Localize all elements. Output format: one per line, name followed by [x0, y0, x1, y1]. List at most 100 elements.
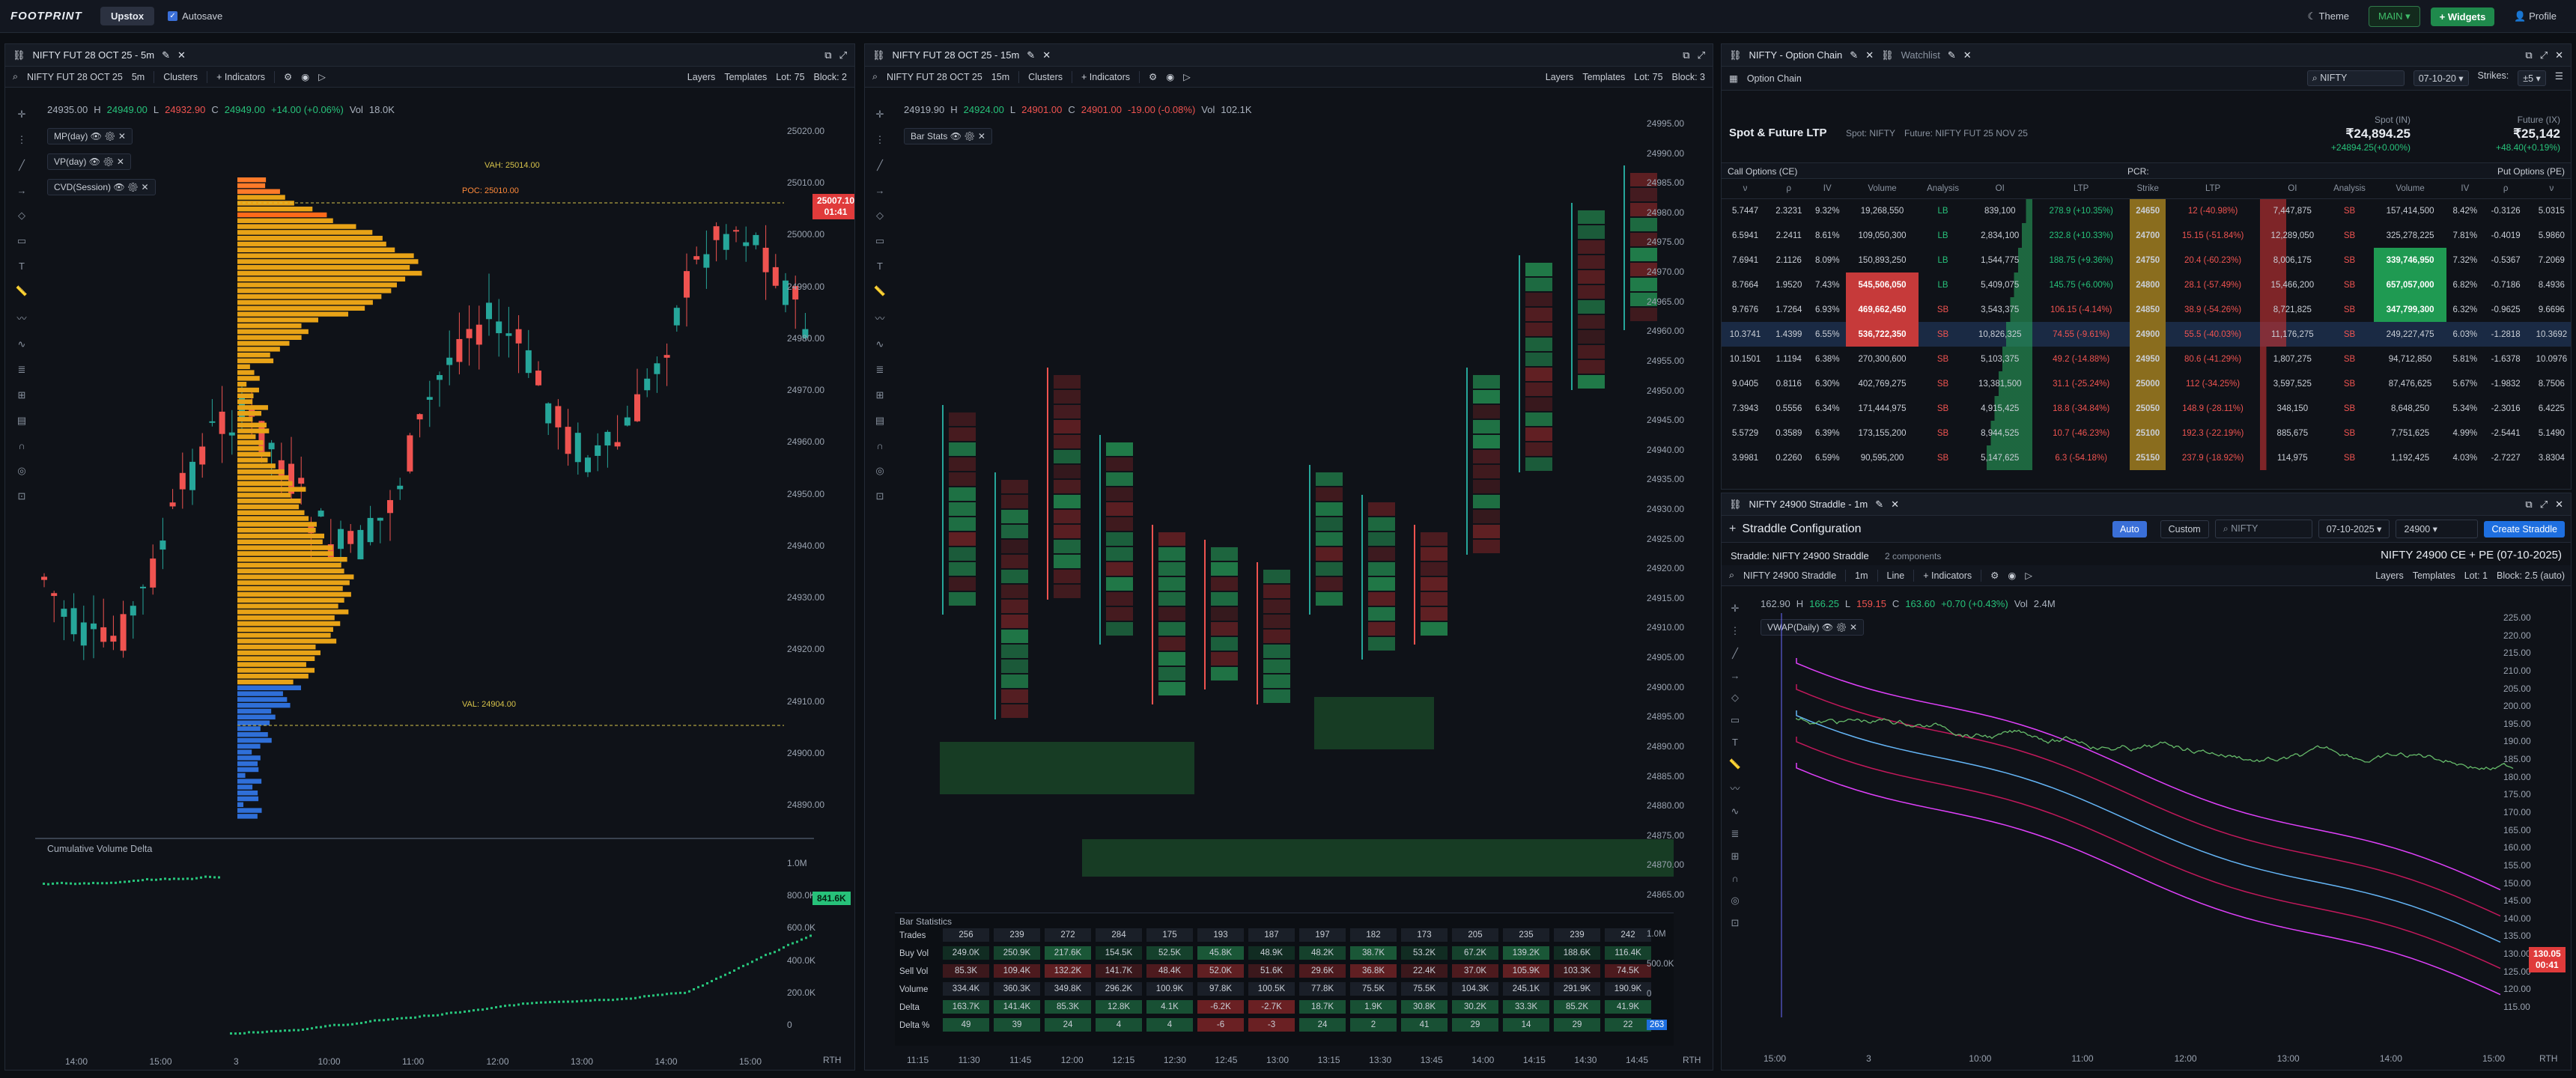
fib-icon[interactable]: ≣ — [18, 364, 26, 376]
edit-icon[interactable]: ✎ — [1850, 49, 1858, 61]
templates-button[interactable]: Templates — [724, 72, 767, 82]
option-chain-row[interactable]: 6.5941 2.2411 8.61% 109,050,300 LB 2,834,100 2… — [1722, 223, 2571, 248]
timeframe-selector[interactable]: 15m — [991, 72, 1009, 82]
dots-icon[interactable]: ⋮ — [1731, 625, 1740, 637]
settings-icon[interactable]: ⚙ — [284, 71, 292, 82]
symbol-selector[interactable]: NIFTY FUT 28 OCT 25 — [887, 72, 982, 82]
text-icon[interactable]: T — [1732, 737, 1738, 748]
settings-icon[interactable]: ⚙ — [1149, 71, 1157, 82]
edit-icon[interactable]: ✎ — [162, 49, 170, 61]
symbol-selector[interactable]: NIFTY FUT 28 OCT 25 — [27, 72, 123, 82]
option-chain-row[interactable]: 9.7676 1.7264 6.93% 469,662,450 SB 3,543,375 1… — [1722, 297, 2571, 322]
autosave-toggle[interactable]: ✓ Autosave — [168, 10, 222, 22]
symbol-search[interactable]: ⌕ NIFTY — [2306, 70, 2405, 86]
brush-icon[interactable]: ◇ — [876, 210, 884, 222]
option-chain-row[interactable]: 9.0405 0.8116 6.30% 402,769,275 SB 13,381,500… — [1722, 371, 2571, 396]
lock-icon[interactable]: ⊡ — [18, 490, 26, 502]
session-toggle[interactable]: RTH — [2539, 1053, 2557, 1064]
templates-button[interactable]: Templates — [2413, 570, 2455, 581]
fib-icon[interactable]: ≣ — [876, 364, 884, 376]
magnet-icon[interactable]: ∩ — [876, 440, 883, 451]
footprint-chart-15m[interactable] — [895, 128, 1674, 959]
close-panel-icon[interactable]: ✕ — [2555, 499, 2563, 511]
popout-icon[interactable]: ⧉ — [2525, 499, 2532, 511]
text-icon[interactable]: T — [19, 261, 25, 272]
news-icon[interactable]: ▤ — [17, 415, 26, 427]
broker-selector[interactable]: Upstox — [100, 7, 155, 25]
eye-icon[interactable]: ◎ — [875, 465, 884, 477]
camera-icon[interactable]: ◉ — [301, 71, 309, 82]
chart-type-selector[interactable]: Clusters — [1028, 72, 1063, 82]
search-icon[interactable]: ⌕ — [1729, 570, 1734, 581]
timeframe-selector[interactable]: 5m — [132, 72, 145, 82]
workspace-selector[interactable]: MAIN ▾ — [2369, 6, 2420, 27]
option-chain-row[interactable]: 7.6941 2.1126 8.09% 150,893,250 LB 1,544,775 1… — [1722, 248, 2571, 272]
tab-watchlist[interactable]: Watchlist — [1901, 49, 1940, 61]
column-header[interactable]: ρ — [1769, 179, 1809, 199]
ray-icon[interactable]: → — [17, 185, 27, 196]
ruler-icon[interactable]: 📏 — [874, 285, 886, 297]
column-header[interactable]: Volume — [1845, 179, 1919, 199]
popout-icon[interactable]: ⧉ — [2525, 49, 2532, 61]
layers-button[interactable]: Layers — [687, 72, 716, 82]
close-panel-icon[interactable]: ✕ — [2555, 49, 2563, 61]
block-size[interactable]: Block: 2.5 (auto) — [2497, 570, 2565, 581]
column-header[interactable]: Volume — [2374, 179, 2447, 199]
rect-icon[interactable]: ▭ — [17, 235, 26, 247]
indicators-button[interactable]: + Indicators — [216, 72, 265, 82]
camera-icon[interactable]: ◉ — [1166, 71, 1174, 82]
close-icon[interactable]: ✕ — [1865, 49, 1874, 61]
text-icon[interactable]: T — [877, 261, 883, 272]
dots-icon[interactable]: ⋮ — [875, 134, 885, 146]
widgets-button[interactable]: + Widgets — [2430, 7, 2495, 26]
close-icon[interactable]: ✕ — [1042, 49, 1051, 61]
settings-icon[interactable]: ⚙ — [1990, 570, 1999, 581]
search-icon[interactable]: ⌕ — [13, 71, 18, 82]
crosshair-icon[interactable]: ✛ — [1731, 603, 1740, 615]
wave-icon[interactable]: ∿ — [876, 338, 884, 350]
cvd-chart[interactable] — [35, 860, 814, 1040]
search-icon[interactable]: ⌕ — [872, 71, 878, 82]
option-chain-row[interactable]: 5.5729 0.3589 6.39% 173,155,200 SB 8,944,525 1… — [1722, 421, 2571, 445]
replay-icon[interactable]: ▷ — [2025, 570, 2032, 581]
replay-icon[interactable]: ▷ — [1183, 71, 1191, 82]
brush-icon[interactable]: ◇ — [1731, 692, 1739, 704]
close-icon[interactable]: ✕ — [1891, 499, 1899, 511]
magnet-icon[interactable]: ∩ — [1731, 873, 1738, 884]
measure-icon[interactable]: ⊞ — [18, 389, 26, 401]
chart-tab-5m[interactable]: ⛓ NIFTY FUT 28 OCT 25 - 5m ✎ ✕ ⧉ ⤢ — [5, 44, 854, 67]
option-chain-row[interactable]: 10.1501 1.1194 6.38% 270,300,600 SB 5,103,375… — [1722, 347, 2571, 371]
crosshair-icon[interactable]: ✛ — [18, 109, 26, 121]
ray-icon[interactable]: → — [875, 185, 885, 196]
column-header[interactable]: LTP — [2166, 179, 2260, 199]
column-header[interactable]: ρ — [2483, 179, 2528, 199]
maximize-icon[interactable]: ⤢ — [1698, 49, 1705, 61]
templates-button[interactable]: Templates — [1582, 72, 1625, 82]
option-chain-row[interactable]: 7.3943 0.5556 6.34% 171,444,975 SB 4,915,425 1… — [1722, 396, 2571, 421]
checkbox-icon[interactable]: ✓ — [168, 11, 178, 21]
maximize-icon[interactable]: ⤢ — [839, 49, 847, 61]
column-header[interactable]: LTP — [2032, 179, 2130, 199]
option-chain-row[interactable]: 10.3741 1.4399 6.55% 536,722,350 SB 10,826,32… — [1722, 322, 2571, 347]
column-header[interactable]: Strike — [2129, 179, 2166, 199]
edit-icon[interactable]: ✎ — [1027, 49, 1035, 61]
layers-button[interactable]: Layers — [1546, 72, 1574, 82]
symbol-selector[interactable]: NIFTY 24900 Straddle — [1743, 570, 1836, 581]
dots-icon[interactable]: ⋮ — [17, 134, 27, 146]
option-chain-row[interactable]: 3.9981 0.2260 6.59% 90,595,200 SB 5,147,625 6.… — [1722, 445, 2571, 470]
trendline-icon[interactable]: ╱ — [1732, 648, 1738, 660]
price-chart-5m[interactable] — [35, 128, 814, 884]
news-icon[interactable]: ▤ — [875, 415, 884, 427]
straddle-chart[interactable] — [1752, 613, 2530, 1032]
straddle-strike-select[interactable]: 24900 ▾ — [2396, 520, 2479, 538]
fib-icon[interactable]: ≣ — [1731, 828, 1740, 840]
column-header[interactable]: OI — [1967, 179, 2033, 199]
block-size[interactable]: Block: 2 — [814, 72, 847, 82]
straddle-date-select[interactable]: 07-10-2025 ▾ — [2318, 520, 2390, 538]
expiry-select[interactable]: 07-10-20 ▾ — [2413, 70, 2469, 86]
rect-icon[interactable]: ▭ — [1731, 714, 1740, 726]
strikes-select[interactable]: ±5 ▾ — [2518, 70, 2546, 86]
add-icon[interactable]: + — [1729, 523, 1736, 536]
popout-icon[interactable]: ⧉ — [1683, 49, 1689, 61]
timeframe-selector[interactable]: 1m — [1855, 570, 1868, 581]
